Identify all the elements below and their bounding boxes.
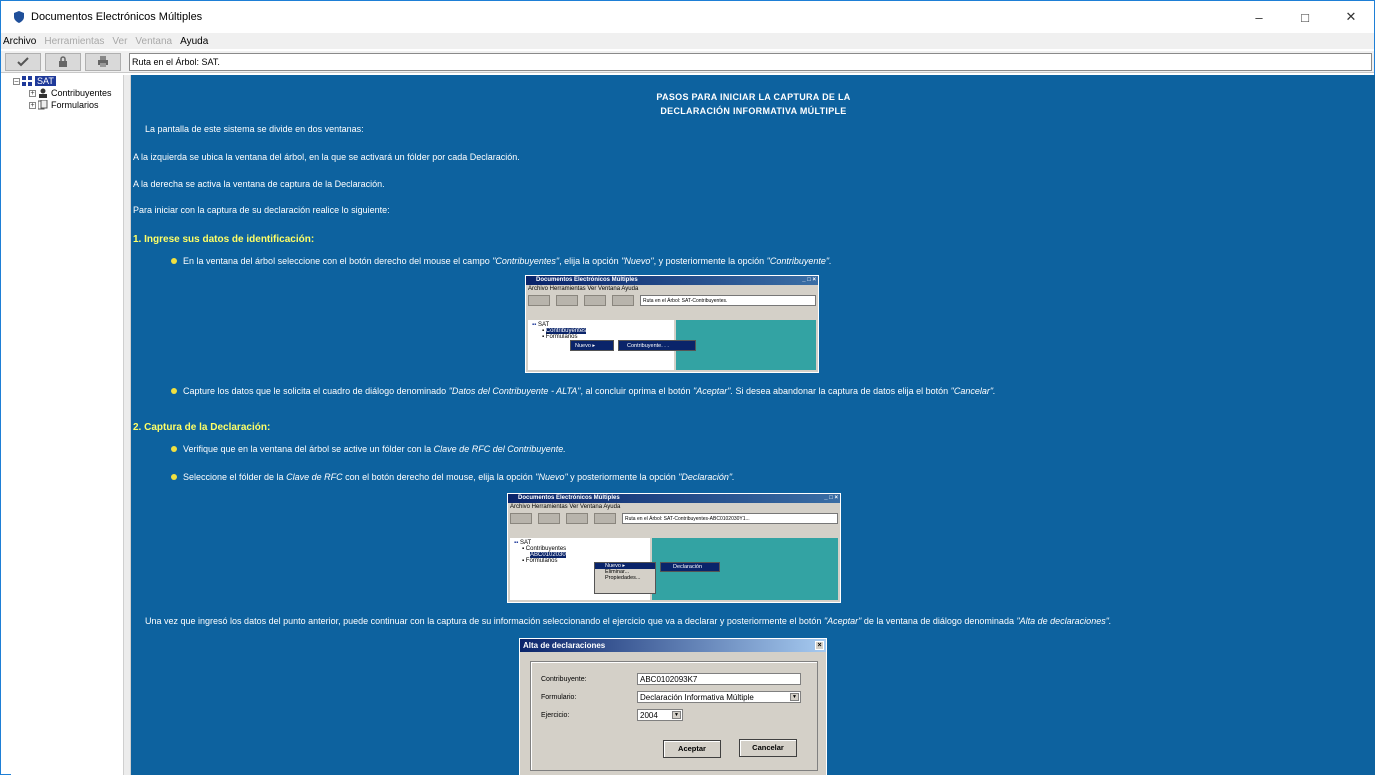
dialog-cancel-button: Cancelar: [739, 739, 797, 757]
section-2-step-2: Seleccione el fólder de la Clave de RFC …: [183, 472, 735, 482]
toolbar: Ruta en el Árbol: SAT.: [1, 51, 1374, 73]
mini-title-bar: Documentos Electrónicos Múltiples _ □ ×: [508, 494, 840, 503]
lock-button[interactable]: [45, 52, 81, 71]
dialog-close-icon: ×: [815, 641, 824, 650]
menu-ayuda[interactable]: Ayuda: [180, 36, 208, 47]
contribuyente-field: ABC0102093K7: [637, 673, 801, 685]
mini-toolbar: Ruta en el Árbol: SAT-Contribuyentes-ABC…: [508, 511, 840, 525]
expand-icon[interactable]: +: [29, 101, 36, 109]
final-instruction: Una vez que ingresó los datos del punto …: [145, 616, 1112, 626]
left-window-text: A la izquierda se ubica la ventana del á…: [133, 152, 520, 162]
menu-herramientas[interactable]: Herramientas: [44, 36, 104, 47]
contribuyente-label: Contribuyente:: [541, 676, 587, 683]
section-1-step-2: Capture los datos que le solicita el cua…: [183, 386, 996, 396]
tree-label-sat: SAT: [35, 76, 56, 86]
checkmark-icon: [17, 56, 29, 66]
tree-label-contribuyentes: Contribuyentes: [51, 88, 112, 98]
mini-context-nuevo: Nuevo ▸: [570, 340, 614, 351]
mini-context-menu: Nuevo ▸ Eliminar... Propiedades...: [594, 562, 656, 594]
section-2-step-1: Verifique que en la ventana del árbol se…: [183, 444, 566, 454]
lock-icon: [59, 56, 67, 67]
intro-text: La pantalla de este sistema se divide en…: [145, 124, 364, 134]
tree-path-field: Ruta en el Árbol: SAT.: [129, 52, 1372, 71]
panel-splitter[interactable]: [123, 75, 131, 775]
section-2-title: 2. Captura de la Declaración:: [133, 422, 271, 433]
title-bar: Documentos Electrónicos Múltiples – □ ✕: [1, 1, 1374, 33]
printer-icon: [98, 56, 108, 67]
tree-panel: – SAT + Contribuyentes + Formularios: [11, 75, 123, 775]
close-button[interactable]: ✕: [1328, 1, 1374, 33]
dropdown-arrow-icon: ▼: [790, 693, 799, 701]
mini-menu: Archivo Herramientas Ver Ventana Ayuda: [510, 504, 621, 510]
tree-label-formularios: Formularios: [51, 100, 99, 110]
menu-ver[interactable]: Ver: [112, 36, 127, 47]
menu-archivo[interactable]: Archivo: [3, 36, 36, 47]
mini-path: Ruta en el Árbol: SAT-Contribuyentes-ABC…: [622, 512, 838, 524]
app-shield-icon: [14, 11, 24, 23]
mini-capture-area: [676, 320, 816, 370]
app-window: Documentos Electrónicos Múltiples – □ ✕ …: [0, 0, 1375, 775]
tree-node-sat[interactable]: – SAT: [11, 75, 123, 87]
mini-submenu-contribuyente: Contribuyente. . .: [618, 340, 696, 351]
bullet-icon: [171, 388, 177, 394]
section-1-step-1: En la ventana del árbol seleccione con e…: [183, 256, 832, 266]
right-window-text: A la derecha se activa la ventana de cap…: [133, 179, 385, 189]
section-1-title: 1. Ingrese sus datos de identificación:: [133, 234, 315, 245]
minimize-button[interactable]: –: [1236, 1, 1282, 33]
mini-toolbar: Ruta en el Árbol: SAT-Contribuyentes.: [526, 293, 818, 307]
print-button[interactable]: [85, 52, 121, 71]
content-panel: PASOS PARA INICIAR LA CAPTURA DE LA DECL…: [131, 75, 1375, 775]
window-title: Documentos Electrónicos Múltiples: [31, 11, 203, 23]
expand-icon[interactable]: +: [29, 89, 36, 97]
forms-icon: [38, 100, 48, 110]
dropdown-arrow-icon: ▼: [672, 711, 681, 719]
mini-title-bar: Documentos Electrónicos Múltiples _ □ ×: [526, 276, 818, 285]
mini-menu: Archivo Herramientas Ver Ventana Ayuda: [528, 286, 639, 292]
example-screenshot-contribuyente: Documentos Electrónicos Múltiples _ □ × …: [525, 275, 819, 373]
dialog-group-frame: Contribuyente: ABC0102093K7 Formulario: …: [530, 661, 818, 771]
ejercicio-select: 2004 ▼: [637, 709, 683, 721]
person-icon: [39, 88, 47, 98]
dialog-accept-button: Aceptar: [663, 740, 721, 758]
mini-submenu-declaracion: Declaración: [660, 562, 720, 572]
sat-logo-icon: [22, 76, 32, 86]
tree-node-contribuyentes[interactable]: + Contribuyentes: [11, 87, 123, 99]
formulario-label: Formulario:: [541, 694, 577, 701]
heading-line-1: PASOS PARA INICIAR LA CAPTURA DE LA: [656, 92, 851, 102]
menu-bar: Archivo Herramientas Ver Ventana Ayuda: [1, 33, 1374, 49]
maximize-button[interactable]: □: [1282, 1, 1328, 33]
formulario-select: Declaración Informativa Múltiple ▼: [637, 691, 801, 703]
window-controls: – □ ✕: [1236, 1, 1374, 33]
bullet-icon: [171, 258, 177, 264]
heading-line-2: DECLARACIÓN INFORMATIVA MÚLTIPLE: [660, 106, 847, 116]
start-text: Para iniciar con la captura de su declar…: [133, 205, 390, 215]
menu-ventana[interactable]: Ventana: [135, 36, 172, 47]
example-screenshot-declaracion: Documentos Electrónicos Múltiples _ □ × …: [507, 493, 841, 603]
alta-declaraciones-dialog: Alta de declaraciones × Contribuyente: A…: [519, 638, 827, 775]
checkmark-button[interactable]: [5, 52, 41, 71]
bullet-icon: [171, 446, 177, 452]
ejercicio-label: Ejercicio:: [541, 712, 570, 719]
tree-node-formularios[interactable]: + Formularios: [11, 99, 123, 111]
bullet-icon: [171, 474, 177, 480]
mini-path: Ruta en el Árbol: SAT-Contribuyentes.: [640, 294, 816, 306]
collapse-icon[interactable]: –: [13, 77, 20, 85]
dialog-title-bar: Alta de declaraciones ×: [520, 639, 826, 652]
